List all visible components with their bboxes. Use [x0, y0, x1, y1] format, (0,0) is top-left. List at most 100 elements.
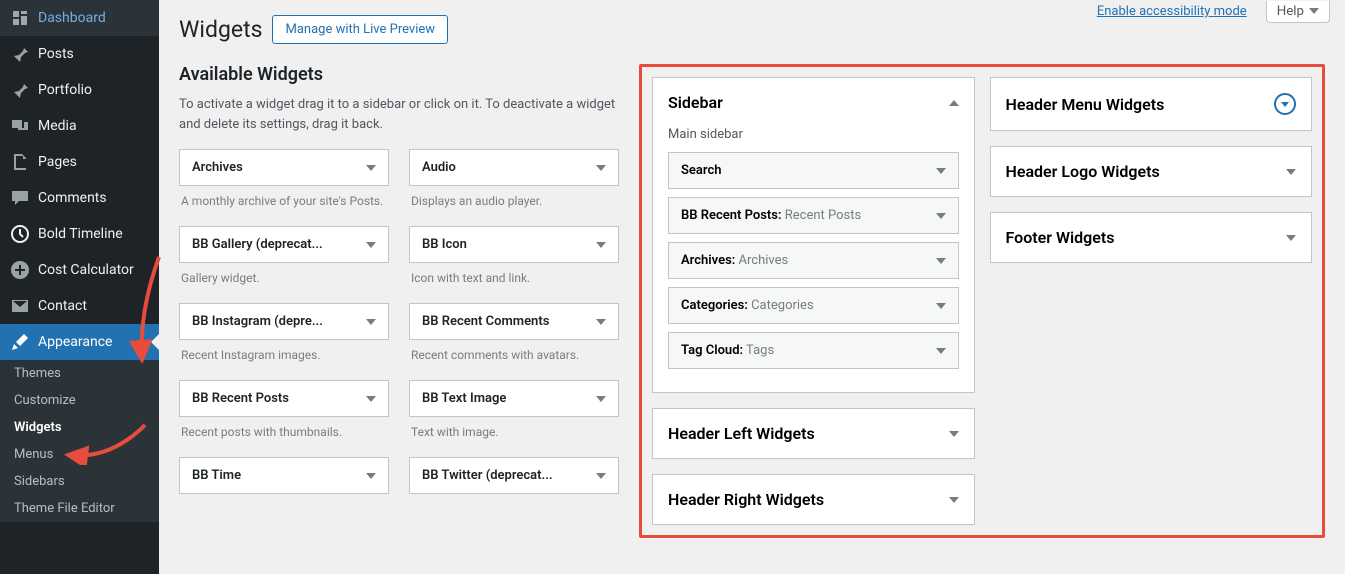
sidebar-area-footer[interactable]: Footer Widgets	[990, 212, 1313, 263]
placed-widget-label: Categories: Categories	[681, 298, 814, 313]
menu-label: Portfolio	[38, 82, 92, 98]
placed-widget[interactable]: Tag Cloud: Tags	[668, 332, 959, 369]
widget-box[interactable]: BB Instagram (depre...	[179, 303, 389, 340]
chevron-down-icon	[936, 168, 946, 174]
panel-header[interactable]: Footer Widgets	[991, 213, 1312, 262]
chevron-down-icon	[596, 165, 606, 171]
sidebar-area-header-menu[interactable]: Header Menu Widgets	[990, 77, 1313, 131]
menu-cost-calculator[interactable]: Cost Calculator	[0, 252, 159, 288]
menu-bold-timeline[interactable]: Bold Timeline	[0, 216, 159, 252]
submenu-themes[interactable]: Themes	[0, 360, 159, 387]
portfolio-icon	[10, 80, 30, 100]
widget-name: BB Instagram (depre...	[192, 314, 323, 329]
sidebar-area-header-logo[interactable]: Header Logo Widgets	[990, 146, 1313, 197]
widget-name: BB Text Image	[422, 391, 506, 406]
widget-description: Text with image.	[409, 417, 619, 447]
submenu-customize[interactable]: Customize	[0, 387, 159, 414]
widget-box[interactable]: Audio	[409, 149, 619, 186]
sidebar-areas: Sidebar Main sidebar SearchBB Recent Pos…	[639, 64, 1325, 538]
page-title: Widgets	[179, 16, 262, 43]
widget-description: Displays an audio player.	[409, 186, 619, 216]
plus-icon	[10, 260, 30, 280]
available-widget: BB Instagram (depre...Recent Instagram i…	[179, 303, 389, 370]
sidebar-area-main[interactable]: Sidebar Main sidebar SearchBB Recent Pos…	[652, 77, 975, 393]
widget-box[interactable]: BB Gallery (deprecat...	[179, 226, 389, 263]
placed-widget[interactable]: Archives: Archives	[668, 242, 959, 279]
widget-description: A monthly archive of your site's Posts.	[179, 186, 389, 216]
submenu-widgets[interactable]: Widgets	[0, 414, 159, 441]
screen-meta: Enable accessibility mode Help	[1093, 0, 1330, 23]
widget-description	[179, 494, 389, 524]
comments-icon	[10, 188, 30, 208]
chevron-down-icon	[1286, 235, 1296, 241]
menu-pages[interactable]: Pages	[0, 144, 159, 180]
menu-dashboard[interactable]: Dashboard	[0, 0, 159, 36]
menu-label: Media	[38, 118, 77, 134]
menu-label: Appearance	[38, 334, 112, 350]
manage-live-preview-button[interactable]: Manage with Live Preview	[272, 15, 448, 44]
available-widget: AudioDisplays an audio player.	[409, 149, 619, 216]
panel-title: Header Left Widgets	[668, 424, 815, 443]
help-tab[interactable]: Help	[1266, 1, 1330, 23]
widget-name: BB Icon	[422, 237, 467, 252]
widget-description: Gallery widget.	[179, 263, 389, 293]
widgets-layout: Available Widgets To activate a widget d…	[159, 44, 1345, 558]
placed-widget[interactable]: BB Recent Posts: Recent Posts	[668, 197, 959, 234]
widget-box[interactable]: Archives	[179, 149, 389, 186]
chevron-down-icon	[596, 473, 606, 479]
menu-label: Posts	[38, 46, 74, 62]
available-widgets-col: Available Widgets To activate a widget d…	[179, 64, 639, 538]
menu-posts[interactable]: Posts	[0, 36, 159, 72]
placed-widget[interactable]: Search	[668, 152, 959, 189]
sidebar-area-header-left[interactable]: Header Left Widgets	[652, 408, 975, 459]
pin-icon	[10, 44, 30, 64]
chevron-down-icon	[366, 319, 376, 325]
chevron-down-icon	[1309, 8, 1319, 14]
appearance-submenu: Themes Customize Widgets Menus Sidebars …	[0, 360, 159, 522]
widget-box[interactable]: BB Recent Posts	[179, 380, 389, 417]
available-widget: BB Gallery (deprecat...Gallery widget.	[179, 226, 389, 293]
panel-title: Sidebar	[668, 93, 723, 112]
submenu-theme-file-editor[interactable]: Theme File Editor	[0, 495, 159, 522]
placed-widget-label: Search	[681, 163, 722, 178]
sidebar-area-header-right[interactable]: Header Right Widgets	[652, 474, 975, 525]
widget-description	[409, 494, 619, 524]
chevron-down-icon	[936, 303, 946, 309]
menu-label: Comments	[38, 190, 107, 206]
clock-icon	[10, 224, 30, 244]
widget-box[interactable]: BB Icon	[409, 226, 619, 263]
menu-appearance[interactable]: Appearance	[0, 324, 159, 360]
widget-name: Archives	[192, 160, 243, 175]
menu-contact[interactable]: Contact	[0, 288, 159, 324]
widget-box[interactable]: BB Twitter (deprecat...	[409, 457, 619, 494]
chevron-down-icon	[366, 242, 376, 248]
accessibility-link[interactable]: Enable accessibility mode	[1093, 0, 1251, 23]
widget-box[interactable]: BB Text Image	[409, 380, 619, 417]
panel-header[interactable]: Header Logo Widgets	[991, 147, 1312, 196]
chevron-down-icon	[596, 242, 606, 248]
menu-media[interactable]: Media	[0, 108, 159, 144]
available-widget: BB Text Image Text with image.	[409, 380, 619, 447]
panel-header[interactable]: Header Left Widgets	[653, 409, 974, 458]
available-widgets-grid: Archives A monthly archive of your site's…	[179, 149, 619, 524]
menu-comments[interactable]: Comments	[0, 180, 159, 216]
chevron-down-icon	[596, 319, 606, 325]
menu-label: Contact	[38, 298, 87, 314]
available-widgets-desc: To activate a widget drag it to a sideba…	[179, 95, 619, 134]
panel-header[interactable]: Sidebar	[653, 78, 974, 127]
chevron-down-icon	[1286, 169, 1296, 175]
chevron-down-icon	[366, 473, 376, 479]
widget-name: BB Time	[192, 468, 241, 483]
widget-box[interactable]: BB Recent Comments	[409, 303, 619, 340]
panel-header[interactable]: Header Right Widgets	[653, 475, 974, 524]
chevron-down-icon	[936, 348, 946, 354]
widget-name: BB Recent Comments	[422, 314, 549, 329]
chevron-down-icon	[936, 258, 946, 264]
panel-header[interactable]: Header Menu Widgets	[991, 78, 1312, 130]
widget-box[interactable]: BB Time	[179, 457, 389, 494]
chevron-down-icon	[366, 165, 376, 171]
placed-widget[interactable]: Categories: Categories	[668, 287, 959, 324]
menu-portfolio[interactable]: Portfolio	[0, 72, 159, 108]
submenu-sidebars[interactable]: Sidebars	[0, 468, 159, 495]
submenu-menus[interactable]: Menus	[0, 441, 159, 468]
